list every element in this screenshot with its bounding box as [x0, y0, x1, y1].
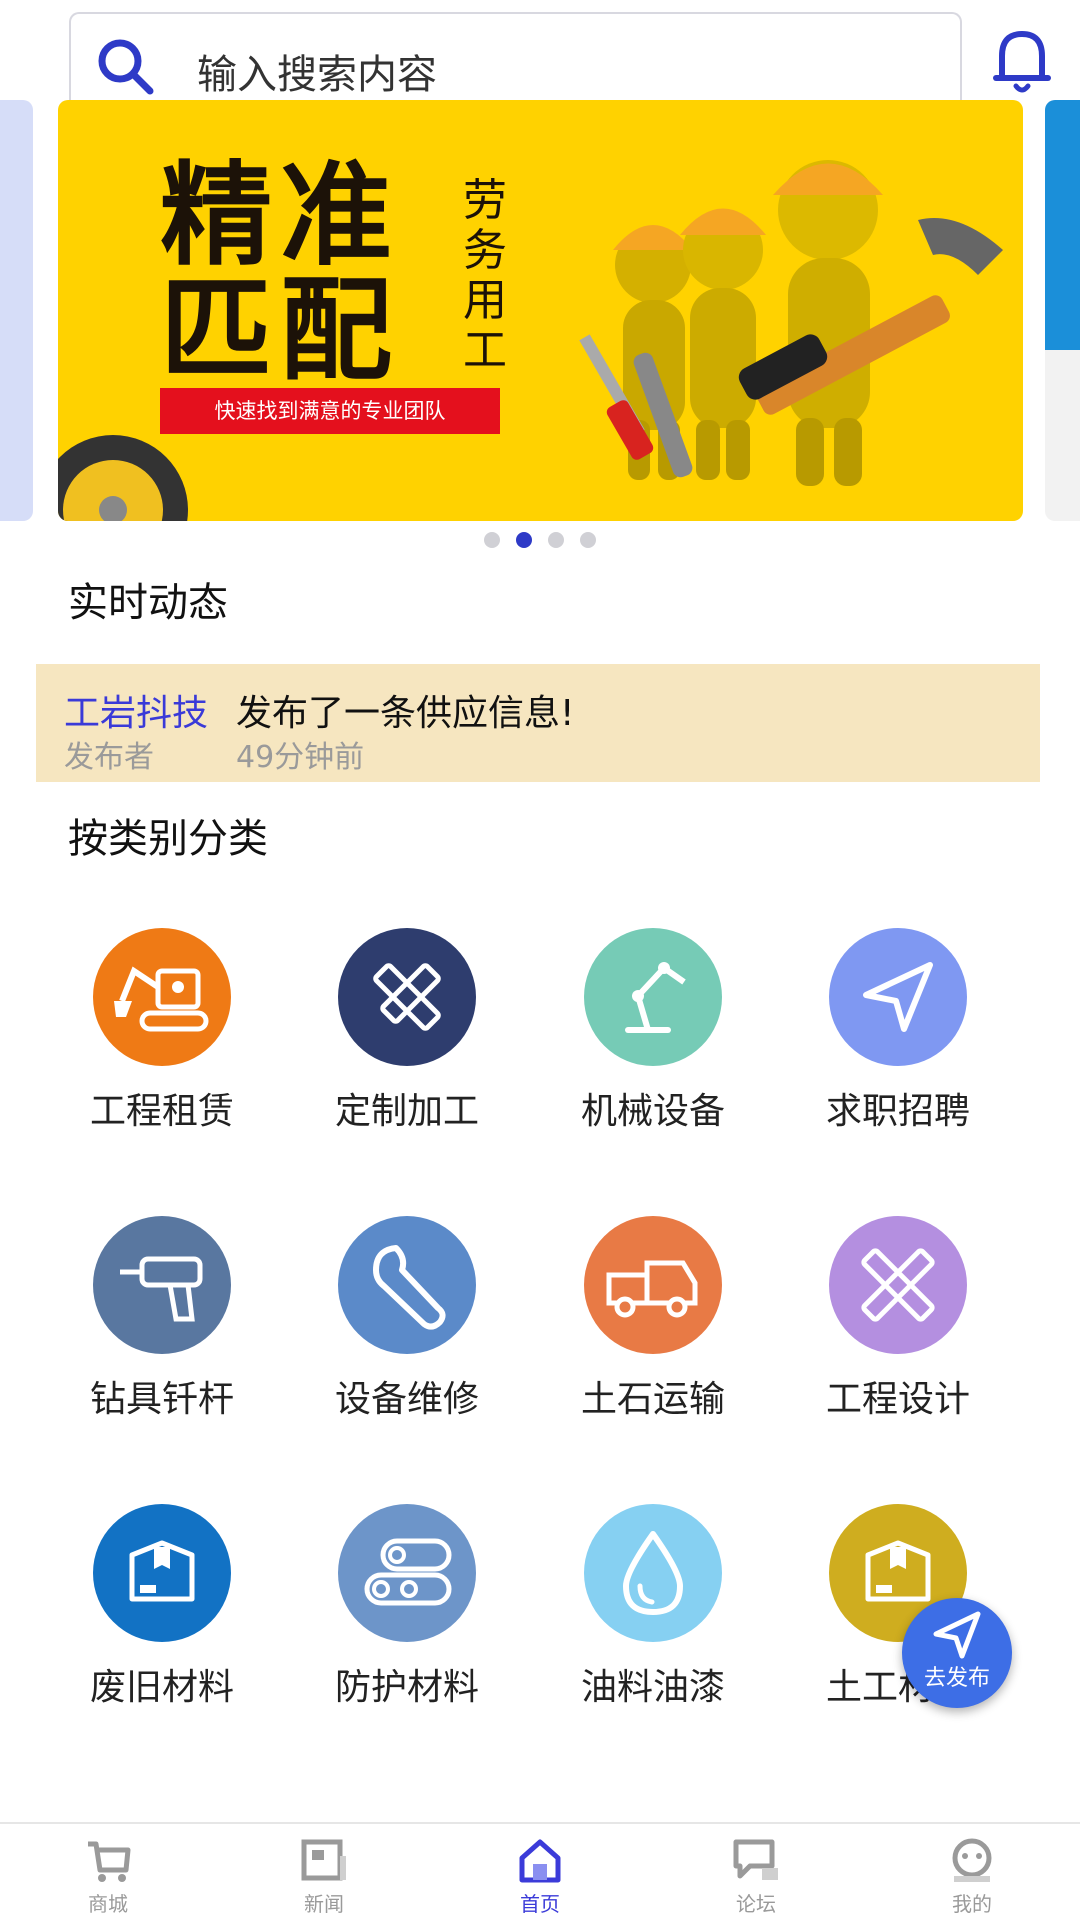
- carousel-next-slide[interactable]: [1045, 100, 1080, 521]
- category-label: 防护材料: [334, 1667, 479, 1708]
- excavator-icon: [93, 928, 231, 1066]
- category-label: 设备维修: [334, 1379, 479, 1420]
- category-item[interactable]: 废旧材料: [62, 1504, 262, 1710]
- wrench-icon: [338, 1216, 476, 1354]
- category-item[interactable]: 机械设备: [553, 928, 753, 1134]
- truck-icon: [584, 1216, 722, 1354]
- category-label: 工程设计: [825, 1379, 970, 1420]
- section-title-categories: 按类别分类: [68, 816, 268, 862]
- feed-time: 49分钟前: [236, 740, 365, 775]
- drill-icon: [93, 1216, 231, 1354]
- banner-vertical-text: 劳务用工: [463, 175, 507, 376]
- category-item[interactable]: 设备维修: [307, 1216, 507, 1422]
- carousel-prev-slide[interactable]: [0, 100, 33, 521]
- search-icon: [98, 39, 154, 95]
- category-item[interactable]: 求职招聘: [798, 928, 998, 1134]
- category-label: 油料油漆: [580, 1667, 725, 1708]
- publish-fab-label: 去发布: [923, 1666, 990, 1691]
- publisher-role: 发布者: [64, 740, 154, 775]
- category-item[interactable]: 油料油漆: [553, 1504, 753, 1710]
- tab-forum[interactable]: 论坛: [696, 1838, 816, 1917]
- category-label: 废旧材料: [89, 1667, 234, 1708]
- home-icon: [519, 1839, 561, 1883]
- tab-label: 新闻: [304, 1892, 344, 1916]
- pager-dot[interactable]: [484, 532, 500, 548]
- search-bar[interactable]: 输入搜索内容: [69, 12, 962, 112]
- pencils-crossed-icon: [829, 1216, 967, 1354]
- ruler-pencil-icon: [338, 928, 476, 1066]
- pager-dot-active[interactable]: [516, 532, 532, 548]
- bottom-tab-bar: 商城 新闻 首页 论坛 我的: [0, 1822, 1080, 1922]
- robot-arm-icon: [584, 928, 722, 1066]
- category-label: 钻具钎杆: [89, 1379, 234, 1420]
- realtime-feed-item[interactable]: 工岩抖技 发布者 发布了一条供应信息! 49分钟前: [36, 664, 1040, 782]
- banner-headline-2: 匹配: [160, 266, 400, 396]
- pager-dot[interactable]: [580, 532, 596, 548]
- search-input[interactable]: 输入搜索内容: [197, 42, 437, 100]
- chat-icon: [733, 1839, 778, 1880]
- tab-label: 论坛: [736, 1892, 776, 1916]
- bell-icon[interactable]: [990, 26, 1054, 96]
- section-title-realtime: 实时动态: [68, 580, 228, 626]
- publisher-name[interactable]: 工岩抖技: [64, 684, 208, 736]
- banner-slide[interactable]: 精准 匹配 劳务用工 快速找到满意的专业团队: [58, 100, 1023, 521]
- banner-headline-1: 精准: [160, 151, 400, 281]
- banner-tagline: 快速找到满意的专业团队: [160, 388, 500, 434]
- category-item[interactable]: 土石运输: [553, 1216, 753, 1422]
- pipes-icon: [338, 1504, 476, 1642]
- cart-icon: [88, 1841, 131, 1882]
- paper-plane-icon: [933, 1611, 981, 1659]
- tab-label: 商城: [88, 1892, 128, 1916]
- category-item[interactable]: 工程租赁: [62, 928, 262, 1134]
- carousel-pager: [484, 532, 596, 548]
- droplet-icon: [584, 1504, 722, 1642]
- category-label: 机械设备: [580, 1091, 725, 1132]
- tab-label: 我的: [952, 1892, 992, 1916]
- category-label: 土石运输: [580, 1379, 725, 1420]
- tab-news[interactable]: 新闻: [264, 1838, 384, 1917]
- category-label: 定制加工: [334, 1091, 479, 1132]
- tab-home[interactable]: 首页: [480, 1838, 600, 1917]
- category-item[interactable]: 钻具钎杆: [62, 1216, 262, 1422]
- category-item[interactable]: 定制加工: [307, 928, 507, 1134]
- category-label: 工程租赁: [89, 1091, 234, 1132]
- profile-icon: [952, 1838, 992, 1882]
- box-icon: [93, 1504, 231, 1642]
- category-item[interactable]: 工程设计: [798, 1216, 998, 1422]
- tab-profile[interactable]: 我的: [912, 1838, 1032, 1917]
- category-label: 求职招聘: [825, 1091, 970, 1132]
- tab-label: 首页: [520, 1892, 560, 1916]
- paper-plane-icon: [829, 928, 967, 1066]
- feed-message: 发布了一条供应信息!: [236, 693, 575, 734]
- news-icon: [301, 1839, 346, 1881]
- category-item[interactable]: 防护材料: [307, 1504, 507, 1710]
- publish-fab-button[interactable]: 去发布: [902, 1598, 1012, 1708]
- pager-dot[interactable]: [548, 532, 564, 548]
- tab-mall[interactable]: 商城: [48, 1838, 168, 1917]
